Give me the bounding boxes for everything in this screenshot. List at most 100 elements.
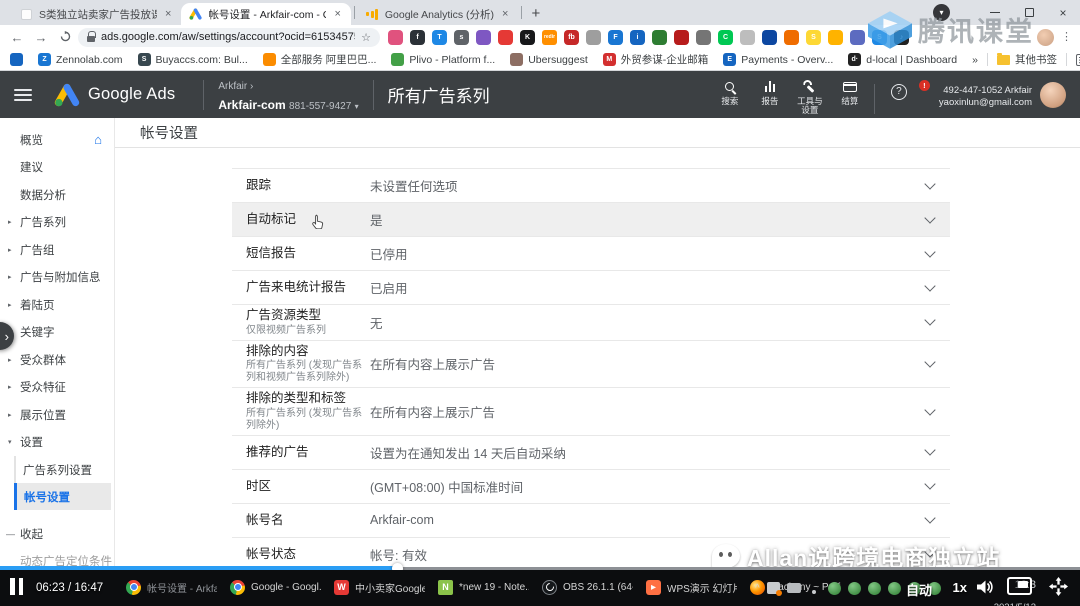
browser-avatar[interactable] (1037, 29, 1054, 46)
extension-icon[interactable] (586, 30, 601, 45)
bookmark-item[interactable] (10, 52, 23, 67)
bookmark-star-icon[interactable]: ☆ (361, 31, 371, 44)
extension-icon[interactable] (388, 30, 403, 45)
chevron-down-icon[interactable] (924, 280, 935, 291)
bookmark-item[interactable]: 全部服务 阿里巴巴... (263, 52, 377, 67)
minimize-button[interactable] (978, 0, 1012, 25)
extension-icon[interactable]: S (806, 30, 821, 45)
tray-icon[interactable] (828, 582, 841, 595)
wifi-icon[interactable] (808, 583, 821, 594)
extension-icon[interactable]: ♪ (894, 30, 909, 45)
tray-icon[interactable] (888, 582, 901, 595)
chevron-down-icon[interactable] (924, 356, 935, 367)
tray-icon[interactable] (868, 582, 881, 595)
extension-icon[interactable]: f (410, 30, 425, 45)
maximize-button[interactable] (1012, 0, 1046, 25)
sidebar-item[interactable]: 广告组 (0, 236, 114, 264)
sidebar-item[interactable]: 设置 (0, 429, 114, 457)
extension-icon[interactable]: i (630, 30, 645, 45)
bookmark-item[interactable]: Plivo - Platform f... (391, 52, 495, 67)
sidebar-item[interactable]: 广告系列设置 (14, 456, 111, 483)
bookmark-item[interactable]: E Payments - Overv... (723, 52, 833, 67)
extension-icon[interactable] (762, 30, 777, 45)
taskbar-item[interactable]: 帐号设置 - Arkfa... (120, 573, 223, 603)
pause-button[interactable] (10, 578, 23, 595)
extension-icon[interactable] (828, 30, 843, 45)
tab-google-ads[interactable]: 帐号设置 - Arkfair-com - Goog × (181, 3, 350, 25)
tab-close-icon[interactable]: × (163, 8, 173, 20)
settings-row[interactable]: 广告来电统计报告 已启用 (232, 271, 950, 305)
chevron-down-icon[interactable] (924, 212, 935, 223)
sidebar-item[interactable]: 关键字 (0, 319, 114, 347)
chevron-down-icon[interactable] (924, 547, 935, 558)
settings-row[interactable]: 排除的内容 所有广告系列 (发现广告系列和视频广告系列除外) 在所有内容上展示广… (232, 341, 950, 389)
help-button[interactable]: ? (891, 84, 907, 100)
browser-profile-button[interactable]: ▾ (933, 4, 950, 21)
playback-speed-button[interactable]: 1x (953, 580, 967, 595)
extension-icon[interactable] (674, 30, 689, 45)
extension-icon[interactable]: T (432, 30, 447, 45)
chevron-down-icon[interactable] (924, 246, 935, 257)
back-button[interactable]: ← (6, 30, 28, 45)
tab-analytics[interactable]: Google Analytics (分析) × (358, 3, 519, 25)
extension-icon[interactable] (740, 30, 755, 45)
tablet-tray-icon[interactable] (767, 582, 780, 594)
sidebar-item[interactable]: 收起 (0, 520, 114, 548)
sidebar-item[interactable]: 着陆页 (0, 291, 114, 319)
new-tab-button[interactable]: + (531, 5, 540, 22)
tray-icon[interactable] (848, 582, 861, 595)
volume-button[interactable] (976, 579, 994, 600)
bookmark-item[interactable]: S Buyaccs.com: Bul... (138, 52, 248, 67)
sidebar-item[interactable]: 受众特征 (0, 374, 114, 402)
extension-icon[interactable] (498, 30, 513, 45)
search-button[interactable]: 搜索 (710, 80, 750, 107)
billing-button[interactable]: 结算 (830, 80, 870, 107)
forward-button[interactable]: → (30, 30, 52, 45)
sidebar-item[interactable]: 数据分析 (0, 181, 114, 209)
tab-close-icon[interactable]: × (500, 8, 510, 20)
taskbar-item[interactable]: *new 19 - Note... (432, 573, 535, 603)
extension-icon[interactable] (850, 30, 865, 45)
bookmark-item[interactable]: Z Zennolab.com (38, 52, 123, 67)
extension-icon[interactable]: S (872, 30, 887, 45)
chevron-down-icon[interactable] (924, 315, 935, 326)
google-ads-logo[interactable]: Google Ads (54, 83, 175, 107)
settings-row[interactable]: 帐号名 Arkfair-com (232, 504, 950, 538)
reload-button[interactable] (54, 30, 76, 45)
extension-icon[interactable] (696, 30, 711, 45)
fullscreen-button[interactable] (1049, 577, 1068, 601)
taskbar-item[interactable]: WPS演示 幻灯片... (640, 573, 743, 603)
reading-list-button[interactable]: 阅读清单 (1076, 52, 1080, 67)
extension-icon[interactable]: K (520, 30, 535, 45)
chevron-down-icon[interactable] (924, 479, 935, 490)
camera-tray-icon[interactable] (787, 583, 801, 593)
bookmark-item[interactable]: d· d-local | Dashboard (848, 52, 957, 67)
bookmark-item[interactable]: M 外贸参谋-企业邮箱 (603, 52, 709, 67)
extension-icon[interactable] (476, 30, 491, 45)
chevron-down-icon[interactable] (924, 178, 935, 189)
other-bookmarks-button[interactable]: 其他书签 (997, 52, 1057, 67)
sidebar-item[interactable]: 展示位置 (0, 401, 114, 429)
settings-row[interactable]: 时区 (GMT+08:00) 中国标准时间 (232, 470, 950, 504)
sidebar-item[interactable]: 广告系列 (0, 209, 114, 237)
mini-player-button[interactable] (1007, 577, 1032, 595)
settings-row[interactable]: 推荐的广告 设置为在通知发出 14 天后自动采纳 (232, 436, 950, 470)
chevron-down-icon[interactable] (924, 404, 935, 415)
tools-settings-button[interactable]: 工具与设置 (790, 80, 830, 117)
sidebar-item[interactable]: 受众群体 (0, 346, 114, 374)
taskbar-item[interactable]: 中小卖家Google... (328, 573, 431, 603)
sidebar-item[interactable]: 建议 (0, 154, 114, 182)
extension-icon[interactable] (652, 30, 667, 45)
reports-button[interactable]: 报告 (750, 80, 790, 107)
extension-icon[interactable]: redir (542, 30, 557, 45)
settings-row[interactable]: 跟踪 未设置任何选项 (232, 169, 950, 203)
tab-close-icon[interactable]: × (332, 8, 342, 20)
account-info[interactable]: 492-447-1052 Arkfair yaoxinlun@gmail.com (939, 85, 1032, 110)
sidebar-item[interactable]: 帐号设置 (14, 483, 111, 510)
settings-row[interactable]: 自动标记 是 (232, 203, 950, 237)
sidebar-item[interactable]: 广告与附加信息 (0, 264, 114, 292)
extension-icon[interactable]: s (454, 30, 469, 45)
extension-icon[interactable] (784, 30, 799, 45)
user-avatar[interactable] (1040, 82, 1066, 108)
extension-icon[interactable]: fb (564, 30, 579, 45)
